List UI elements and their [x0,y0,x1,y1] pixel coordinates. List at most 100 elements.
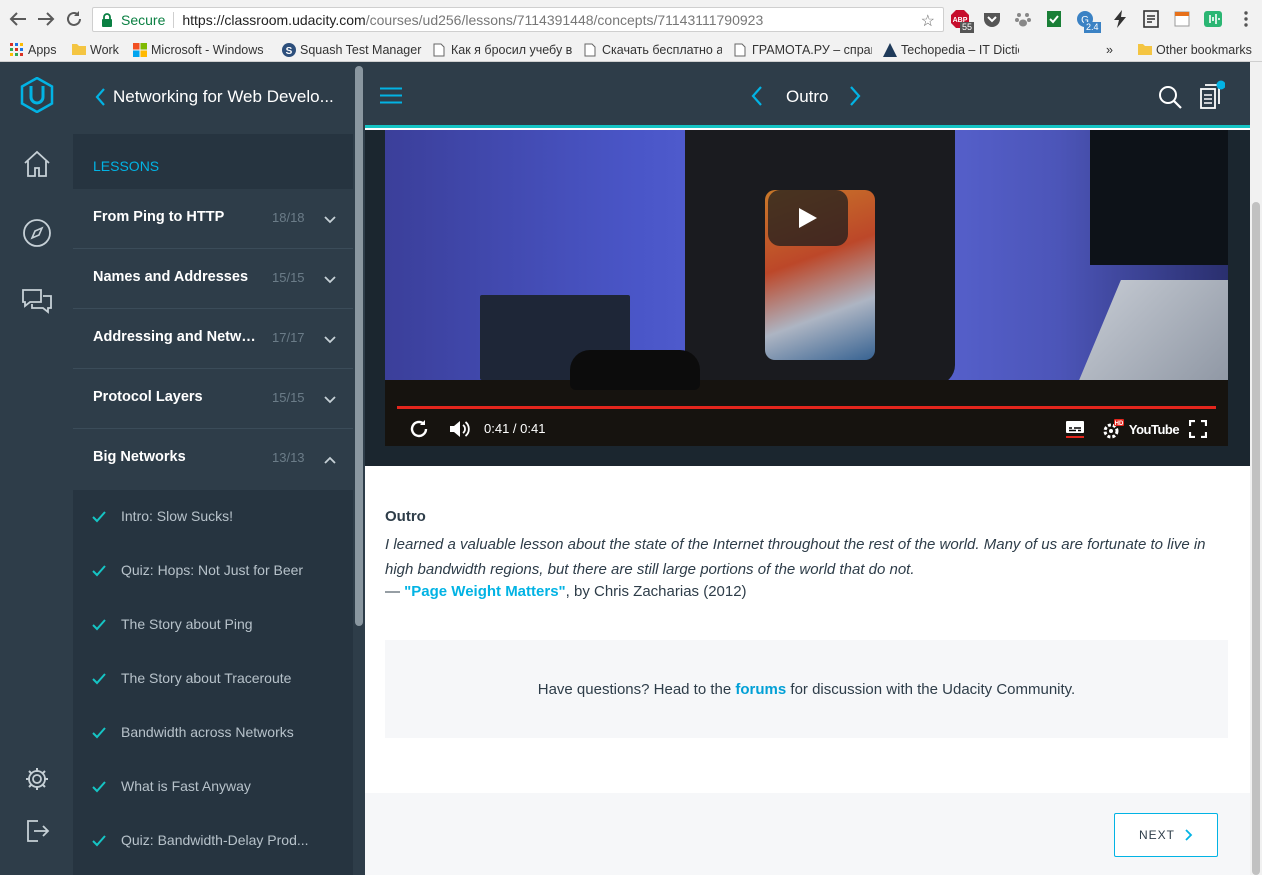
reload-icon[interactable] [64,9,84,29]
video-section: 0:41 / 0:41 HD YouTube [365,130,1250,466]
check-icon [92,780,106,793]
bookmark-apps[interactable]: Apps [10,40,66,60]
concept-item[interactable]: Quiz: Bandwidth-Delay Prod... [73,814,353,868]
video-player[interactable]: 0:41 / 0:41 HD YouTube [385,130,1228,446]
back-icon[interactable] [8,9,28,29]
concept-item[interactable]: Bandwidth across Networks [73,706,353,760]
bookmark-microsoft[interactable]: Microsoft - Windows [133,40,271,60]
fullscreen-icon[interactable] [1187,418,1209,440]
chevron-left-icon[interactable] [93,87,107,107]
concept-item[interactable]: The Story about Traceroute [73,652,353,706]
chat-icon[interactable] [20,284,54,318]
questions-text: Have questions? Head to the forums for d… [385,681,1228,698]
bookmark-label: Apps [28,43,57,57]
sidebar-scrollbar[interactable] [355,66,363,626]
folder-icon [72,43,86,57]
omnibox-separator [173,11,175,28]
bookmark-label: Скачать бесплатно ан [602,43,722,57]
compass-icon[interactable] [20,216,54,250]
bookmark-page-2[interactable]: Скачать бесплатно ан [584,40,722,60]
lesson-item-active[interactable]: Big Networks 13/13 [73,429,353,489]
concept-item[interactable]: The Story about Ping [73,598,353,652]
bookmark-page-1[interactable]: Как я бросил учебу в [433,40,575,60]
video-scene-monitor [1090,130,1228,265]
concept-item[interactable]: Quiz: Hops: Not Just for Beer [73,544,353,598]
apps-grid-icon [10,43,24,57]
lessons-heading: LESSONS [73,134,353,189]
audio-extension-icon[interactable] [1203,9,1223,29]
course-title: Networking for Web Develo... [113,87,334,106]
svg-text:HD: HD [1115,421,1124,427]
captions-icon[interactable] [1064,418,1086,440]
course-header[interactable]: Networking for Web Develo... [73,62,365,134]
video-progress-bar[interactable] [397,406,1216,409]
concept-item[interactable]: What is Fast Anyway [73,760,353,814]
bookmark-star-icon[interactable]: ☆ [921,11,935,31]
notes-extension-icon[interactable] [1141,9,1161,29]
checkmark-extension-icon[interactable] [1044,9,1064,29]
lesson-progress-count: 15/15 [272,390,305,405]
paw-icon[interactable] [1013,9,1033,29]
resources-icon[interactable] [1199,80,1226,110]
secure-label: Secure [121,11,166,28]
previous-concept-icon[interactable] [751,86,763,106]
check-icon [92,510,106,523]
page-icon [734,43,748,57]
bookmark-label: Microsoft - Windows [151,43,264,57]
bookmark-work[interactable]: Work [72,40,126,60]
lesson-item[interactable]: Protocol Layers 15/15 [73,369,353,429]
check-icon [92,564,106,577]
hamburger-menu-icon[interactable] [380,87,402,104]
video-scene-phone [570,350,700,390]
search-icon[interactable] [1158,85,1182,109]
page-scrollbar-thumb[interactable] [1252,202,1260,875]
concept-item[interactable]: Intro: Slow Sucks! [73,490,353,544]
concept-list: Intro: Slow Sucks! Quiz: Hops: Not Just … [73,490,353,875]
chrome-menu-icon[interactable] [1236,9,1256,29]
bookmark-gramota[interactable]: ГРАМОТА.РУ – справ [734,40,872,60]
lesson-name: From Ping to HTTP [93,209,225,225]
logout-icon[interactable] [20,814,54,848]
video-controls: 0:41 / 0:41 HD YouTube [385,412,1228,446]
youtube-logo[interactable]: YouTube [1129,418,1180,440]
lesson-item[interactable]: From Ping to HTTP 18/18 [73,189,353,249]
attribution-dash: — [385,583,405,600]
folder-icon [1138,43,1152,57]
lesson-name: Protocol Layers [93,389,203,405]
bookmark-label: Как я бросил учебу в [451,43,573,57]
concept-name: Quiz: Hops: Not Just for Beer [121,562,304,578]
udacity-logo-icon[interactable] [20,77,54,113]
forums-link[interactable]: forums [735,681,786,698]
concept-name: What is Fast Anyway [121,778,251,794]
microsoft-logo-icon [133,43,147,57]
other-bookmarks[interactable]: Other bookmarks [1138,40,1256,60]
replay-icon[interactable] [407,418,431,440]
address-bar[interactable]: Secure https://classroom.udacity.com/cou… [92,7,944,32]
next-button[interactable]: NEXT [1114,813,1218,857]
pocket-icon[interactable] [982,9,1002,29]
next-concept-icon[interactable] [849,86,861,106]
bookmark-techopedia[interactable]: Techopedia – IT Dictio [883,40,1019,60]
settings-hd-icon[interactable]: HD [1101,418,1125,440]
page-scrollbar[interactable] [1250,62,1262,875]
video-time: 0:41 / 0:41 [484,421,546,436]
bookmark-label: Other bookmarks [1156,43,1252,57]
calendar-extension-icon[interactable] [1172,9,1192,29]
bookmarks-overflow-button[interactable]: » [1106,40,1120,60]
home-icon[interactable] [20,147,54,181]
page-weight-matters-link[interactable]: "Page Weight Matters" [404,583,565,600]
settings-gear-icon[interactable] [20,762,54,796]
forward-icon[interactable] [36,9,56,29]
lesson-item[interactable]: Names and Addresses 15/15 [73,249,353,309]
bookmark-label: ГРАМОТА.РУ – справ [752,43,872,57]
attribution-author: , by Chris Zacharias (2012) [565,583,747,600]
lesson-progress-count: 13/13 [272,450,305,465]
volume-icon[interactable] [448,418,472,440]
lightning-icon[interactable] [1110,9,1130,29]
chevron-down-icon [324,211,336,224]
bookmark-label: Techopedia – IT Dictio [901,43,1019,57]
browser-chrome: Secure https://classroom.udacity.com/cou… [0,0,1262,62]
lesson-item[interactable]: Addressing and Networ... 17/17 [73,309,353,369]
play-button[interactable] [768,190,848,246]
bookmark-squash[interactable]: S Squash Test Manager [282,40,424,60]
